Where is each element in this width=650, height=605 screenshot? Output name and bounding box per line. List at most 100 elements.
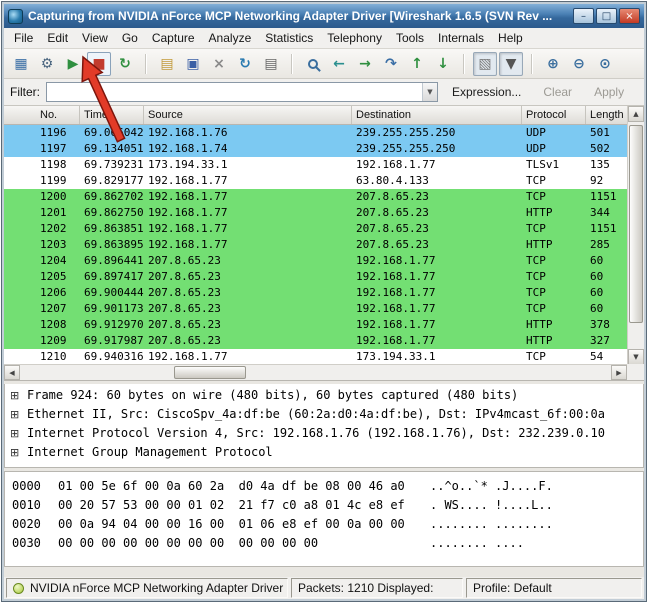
scroll-right-icon[interactable]: ▶: [611, 365, 627, 380]
filter-dropdown-icon[interactable]: ▼: [422, 83, 437, 101]
packet-row[interactable]: 119869.739231173.194.33.1192.168.1.77TLS…: [4, 157, 627, 173]
open-capture-file-button[interactable]: ▤: [155, 52, 179, 76]
column-header-destination[interactable]: Destination: [352, 106, 522, 124]
expander-icon[interactable]: ⊞: [10, 424, 23, 443]
menu-view[interactable]: View: [75, 28, 115, 48]
cell-time: 69.896441: [80, 253, 144, 269]
expression-button[interactable]: Expression...: [444, 83, 529, 101]
go-back-button[interactable]: ←: [327, 52, 351, 76]
colorize-packet-list-icon: ▧: [478, 57, 491, 71]
close-button[interactable]: ×: [619, 8, 640, 24]
cell-protocol: TLSv1: [522, 157, 586, 173]
cell-time: 69.917987: [80, 333, 144, 349]
close-capture-file-button[interactable]: ×: [207, 52, 231, 76]
cell-destination: 207.8.65.23: [352, 221, 522, 237]
window-title: Capturing from NVIDIA nForce MCP Network…: [28, 9, 568, 23]
scroll-left-icon[interactable]: ◀: [4, 365, 20, 380]
packet-row[interactable]: 121069.940316192.168.1.77173.194.33.1TCP…: [4, 349, 627, 365]
column-header-time[interactable]: Time: [80, 106, 144, 124]
start-capture-button[interactable]: ▶: [61, 52, 85, 76]
reload-capture-file-icon: ↻: [239, 57, 251, 71]
menu-edit[interactable]: Edit: [40, 28, 75, 48]
close-capture-file-icon: ×: [213, 57, 225, 71]
packet-row[interactable]: 119769.134051192.168.1.74239.255.255.250…: [4, 141, 627, 157]
colorize-packet-list-button[interactable]: ▧: [473, 52, 497, 76]
toolbar-separator: [291, 54, 293, 74]
packet-row[interactable]: 120669.900444207.8.65.23192.168.1.77TCP6…: [4, 285, 627, 301]
menu-internals[interactable]: Internals: [431, 28, 491, 48]
filter-combo[interactable]: ▼: [46, 82, 438, 102]
zoom-out-button[interactable]: ⊖: [567, 52, 591, 76]
cell-destination: 192.168.1.77: [352, 269, 522, 285]
find-packet-button[interactable]: [301, 52, 325, 76]
cell-no: 1198: [4, 157, 80, 173]
horizontal-scrollbar[interactable]: ◀ ▶: [4, 364, 627, 380]
filter-input[interactable]: [47, 84, 422, 100]
list-interfaces-button[interactable]: ▦: [9, 52, 33, 76]
packet-row[interactable]: 119669.066042192.168.1.76239.255.255.250…: [4, 125, 627, 141]
save-capture-file-button[interactable]: ▣: [181, 52, 205, 76]
print-packets-button[interactable]: ▤: [259, 52, 283, 76]
horizontal-scrollbar-thumb[interactable]: [174, 366, 246, 379]
menu-file[interactable]: File: [7, 28, 40, 48]
clear-button[interactable]: Clear: [535, 83, 580, 101]
vertical-scrollbar[interactable]: ▲ ▼: [627, 106, 644, 365]
reload-capture-file-button[interactable]: ↻: [233, 52, 257, 76]
cell-source: 192.168.1.77: [144, 237, 352, 253]
restart-capture-button[interactable]: ↻: [113, 52, 137, 76]
column-header-source[interactable]: Source: [144, 106, 352, 124]
go-forward-button[interactable]: →: [353, 52, 377, 76]
menu-tools[interactable]: Tools: [389, 28, 431, 48]
menu-go[interactable]: Go: [115, 28, 145, 48]
zoom-in-button[interactable]: ⊕: [541, 52, 565, 76]
auto-scroll-in-live-capture-button[interactable]: ▼: [499, 52, 523, 76]
menu-capture[interactable]: Capture: [145, 28, 202, 48]
scroll-down-icon[interactable]: ▼: [628, 349, 644, 365]
go-to-packet-button[interactable]: ↷: [379, 52, 403, 76]
column-header-protocol[interactable]: Protocol: [522, 106, 586, 124]
hex-row[interactable]: 002000 0a 94 04 00 00 16 00 01 06 e8 ef …: [12, 515, 636, 534]
cell-length: 501: [586, 125, 627, 141]
packet-row[interactable]: 120569.897417207.8.65.23192.168.1.77TCP6…: [4, 269, 627, 285]
detail-line[interactable]: ⊞Internet Protocol Version 4, Src: 192.1…: [10, 424, 638, 443]
menu-help[interactable]: Help: [491, 28, 530, 48]
detail-line[interactable]: ⊞Internet Group Management Protocol: [10, 443, 638, 462]
packet-row[interactable]: 120769.901173207.8.65.23192.168.1.77TCP6…: [4, 301, 627, 317]
detail-line[interactable]: ⊞Ethernet II, Src: CiscoSpv_4a:df:be (60…: [10, 405, 638, 424]
menu-telephony[interactable]: Telephony: [320, 28, 389, 48]
capture-options-button[interactable]: ⚙: [35, 52, 59, 76]
detail-line[interactable]: ⊞Frame 924: 60 bytes on wire (480 bits),…: [10, 386, 638, 405]
column-header-length[interactable]: Length: [586, 106, 627, 124]
apply-button[interactable]: Apply: [586, 83, 632, 101]
packet-row[interactable]: 120369.863895192.168.1.77207.8.65.23HTTP…: [4, 237, 627, 253]
hex-row[interactable]: 003000 00 00 00 00 00 00 00 00 00 00 00.…: [12, 534, 636, 553]
packet-row[interactable]: 120269.863851192.168.1.77207.8.65.23TCP1…: [4, 221, 627, 237]
go-to-bottom-button[interactable]: ↓: [431, 52, 455, 76]
cell-no: 1197: [4, 141, 80, 157]
scroll-up-icon[interactable]: ▲: [628, 106, 644, 122]
packet-row[interactable]: 120069.862702192.168.1.77207.8.65.23TCP1…: [4, 189, 627, 205]
packet-row[interactable]: 119969.829177192.168.1.7763.80.4.133TCP9…: [4, 173, 627, 189]
go-to-top-button[interactable]: ↑: [405, 52, 429, 76]
menu-statistics[interactable]: Statistics: [258, 28, 320, 48]
minimize-button[interactable]: –: [573, 8, 594, 24]
packet-list-rows: 119669.066042192.168.1.76239.255.255.250…: [4, 125, 627, 365]
packet-row[interactable]: 120969.917987207.8.65.23192.168.1.77HTTP…: [4, 333, 627, 349]
stop-capture-button[interactable]: ■: [87, 52, 111, 76]
menu-analyze[interactable]: Analyze: [202, 28, 259, 48]
packet-row[interactable]: 120169.862750192.168.1.77207.8.65.23HTTP…: [4, 205, 627, 221]
hex-row[interactable]: 001000 20 57 53 00 00 01 02 21 f7 c0 a8 …: [12, 496, 636, 515]
vertical-scrollbar-thumb[interactable]: [629, 125, 643, 323]
packet-row[interactable]: 120469.896441207.8.65.23192.168.1.77TCP6…: [4, 253, 627, 269]
zoom-100-button[interactable]: ⊙: [593, 52, 617, 76]
expert-info-icon[interactable]: [13, 583, 24, 594]
expander-icon[interactable]: ⊞: [10, 405, 23, 424]
column-header-no[interactable]: No.: [4, 106, 80, 124]
packet-row[interactable]: 120869.912970207.8.65.23192.168.1.77HTTP…: [4, 317, 627, 333]
maximize-button[interactable]: □: [596, 8, 617, 24]
title-bar[interactable]: Capturing from NVIDIA nForce MCP Network…: [4, 4, 644, 28]
hex-row[interactable]: 000001 00 5e 6f 00 0a 60 2a d0 4a df be …: [12, 477, 636, 496]
cell-time: 69.066042: [80, 125, 144, 141]
expander-icon[interactable]: ⊞: [10, 443, 23, 462]
expander-icon[interactable]: ⊞: [10, 386, 23, 405]
